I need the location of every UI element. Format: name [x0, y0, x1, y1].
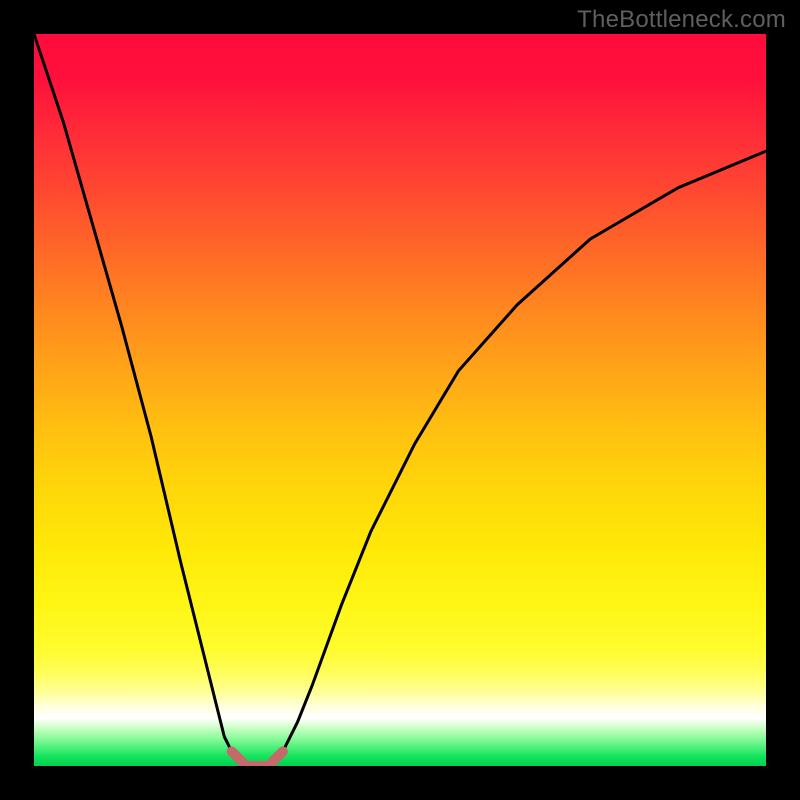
- plot-area: [34, 34, 766, 766]
- chart-svg: [34, 34, 766, 766]
- series-bottleneck-curve: [34, 34, 766, 766]
- chart-frame: TheBottleneck.com: [0, 0, 800, 800]
- watermark-text: TheBottleneck.com: [577, 6, 786, 34]
- series-optimum-marker: [232, 751, 283, 766]
